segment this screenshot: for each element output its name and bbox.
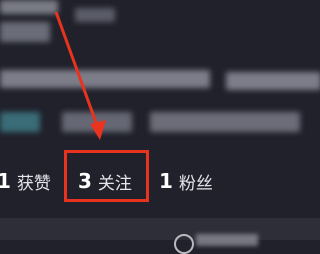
annotation-arrow [54, 11, 106, 140]
blurred-action-label[interactable] [196, 234, 258, 246]
add-friend-icon[interactable] [174, 234, 194, 254]
bottom-action-bar [0, 218, 320, 254]
